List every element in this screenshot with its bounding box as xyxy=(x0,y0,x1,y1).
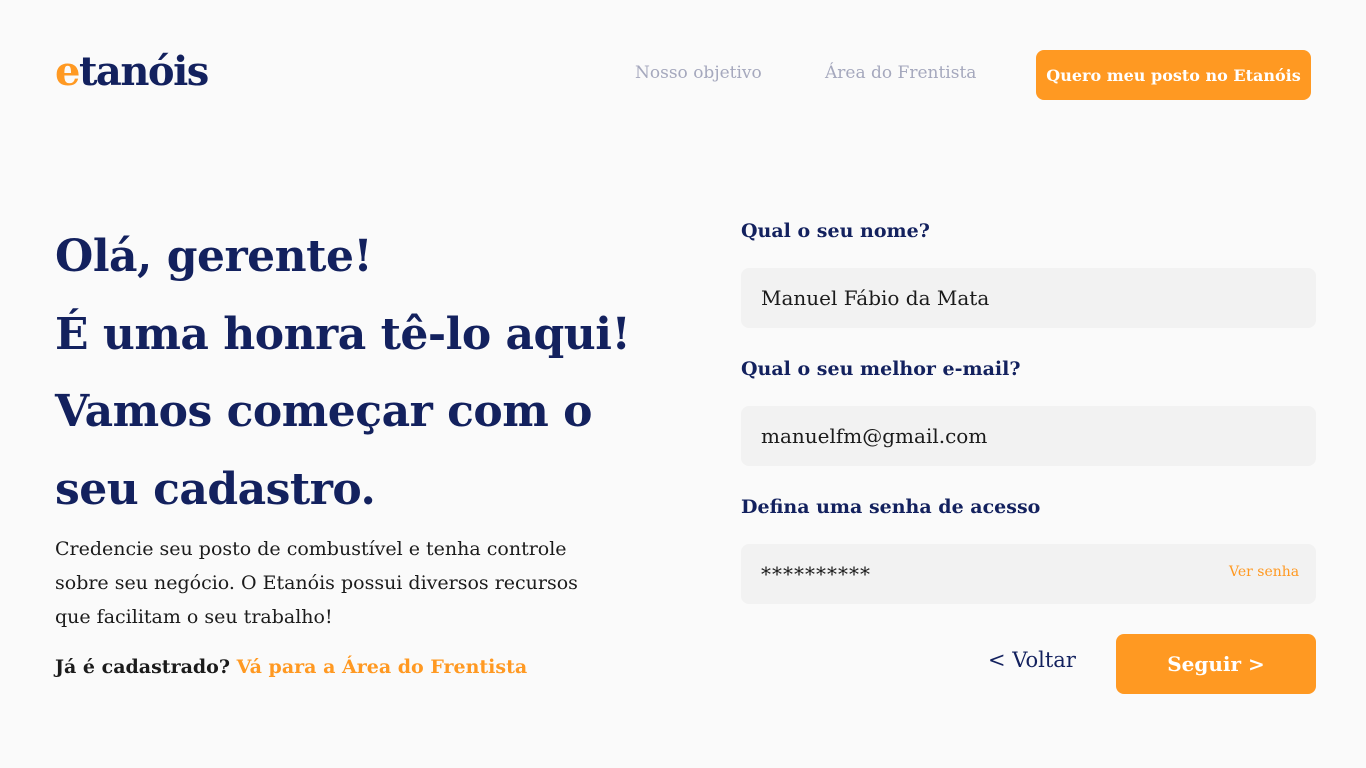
show-password-toggle[interactable]: Ver senha xyxy=(1229,564,1299,580)
cta-register-station-button[interactable]: Quero meu posto no Etanóis xyxy=(1036,50,1311,100)
nav-link-area-frentista[interactable]: Área do Frentista xyxy=(825,63,976,83)
go-to-frentista-link[interactable]: Vá para a Área do Frentista xyxy=(237,656,528,678)
brand-logo[interactable]: etanóis xyxy=(55,52,209,92)
back-button[interactable]: < Voltar xyxy=(988,648,1076,672)
name-label: Qual o seu nome? xyxy=(741,220,930,242)
logo-wordmark: tanóis xyxy=(78,48,209,95)
headline-line: Vamos começar com o xyxy=(55,386,592,437)
already-registered-text: Já é cadastrado? Vá para a Área do Frent… xyxy=(55,656,527,678)
email-label: Qual o seu melhor e-mail? xyxy=(741,358,1021,380)
already-registered-label: Já é cadastrado? xyxy=(55,656,230,678)
logo-letter-e: e xyxy=(55,48,80,95)
page-headline: Olá, gerente! É uma honra tê-lo aqui! Va… xyxy=(55,218,655,528)
headline-line: Olá, gerente! xyxy=(55,231,373,282)
nav-link-objetivo[interactable]: Nosso objetivo xyxy=(635,63,762,83)
name-input[interactable] xyxy=(741,268,1316,328)
headline-line: É uma honra tê-lo aqui! xyxy=(55,308,631,360)
next-button[interactable]: Seguir > xyxy=(1116,634,1316,694)
hero-description: Credencie seu posto de combustível e ten… xyxy=(55,538,578,628)
email-input[interactable] xyxy=(741,406,1316,466)
headline-line: seu cadastro. xyxy=(55,463,376,515)
password-label: Defina uma senha de acesso xyxy=(741,496,1041,518)
